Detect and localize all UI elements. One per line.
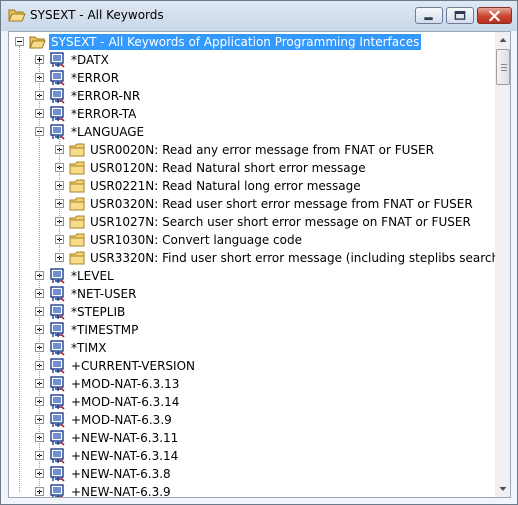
keyword-icon bbox=[50, 124, 65, 140]
keyword-icon bbox=[50, 268, 65, 284]
tree-view-pane: SYSEXT - All Keywords of Application Pro… bbox=[8, 31, 511, 498]
keyword-icon bbox=[50, 394, 65, 410]
keyword-icon bbox=[50, 304, 65, 320]
expand-toggle[interactable] bbox=[35, 55, 44, 64]
tree-node-label: *LEVEL bbox=[71, 269, 114, 283]
tree-node-module[interactable]: USR0320N: Read user short error message … bbox=[9, 195, 495, 213]
folder-icon bbox=[69, 143, 85, 157]
tree-node-label: SYSEXT - All Keywords of Application Pro… bbox=[49, 34, 422, 50]
folder-icon bbox=[69, 161, 85, 175]
keyword-icon bbox=[50, 448, 65, 464]
keyword-icon bbox=[50, 88, 65, 104]
close-button[interactable] bbox=[477, 7, 512, 24]
collapse-toggle[interactable] bbox=[15, 37, 24, 46]
folder-icon bbox=[69, 179, 85, 193]
scroll-down-arrow-icon[interactable] bbox=[495, 481, 511, 497]
tree-node-label: *TIMESTMP bbox=[71, 323, 139, 337]
tree-node-label: +MOD-NAT-6.3.13 bbox=[71, 377, 180, 391]
tree-node-keyword[interactable]: +NEW-NAT-6.3.14 bbox=[9, 447, 495, 465]
keyword-icon bbox=[50, 358, 65, 374]
tree-node-keyword[interactable]: *ERROR-TA bbox=[9, 105, 495, 123]
tree-node-label: USR1027N: Search user short error messag… bbox=[90, 215, 471, 229]
scroll-up-arrow-icon[interactable] bbox=[495, 32, 511, 48]
keyword-tree[interactable]: SYSEXT - All Keywords of Application Pro… bbox=[9, 32, 504, 498]
tree-node-keyword[interactable]: *TIMESTMP bbox=[9, 321, 495, 339]
folder-open-icon bbox=[29, 36, 46, 49]
folder-icon bbox=[69, 197, 85, 211]
tree-node-module[interactable]: USR1027N: Search user short error messag… bbox=[9, 213, 495, 231]
maximize-button[interactable] bbox=[446, 7, 474, 24]
tree-node-keyword[interactable]: *ERROR bbox=[9, 69, 495, 87]
sysext-window: SYSEXT - All Keywords SYSEXT - All Keywo… bbox=[0, 0, 518, 505]
tree-node-label: +NEW-NAT-6.3.11 bbox=[71, 431, 179, 445]
tree-node-label: +NEW-NAT-6.3.9 bbox=[71, 485, 171, 498]
keyword-icon bbox=[50, 106, 65, 122]
maximize-icon bbox=[454, 11, 466, 20]
folder-icon bbox=[69, 251, 85, 265]
tree-node-label: *NET-USER bbox=[71, 287, 137, 301]
tree-node-keyword[interactable]: *STEPLIB bbox=[9, 303, 495, 321]
tree-node-label: USR0020N: Read any error message from FN… bbox=[90, 143, 434, 157]
keyword-icon bbox=[50, 340, 65, 356]
tree-node-keyword[interactable]: +MOD-NAT-6.3.14 bbox=[9, 393, 495, 411]
tree-node-keyword[interactable]: *DATX bbox=[9, 51, 495, 69]
keyword-icon bbox=[50, 466, 65, 482]
minimize-button[interactable] bbox=[415, 7, 443, 24]
tree-node-keyword[interactable]: +MOD-NAT-6.3.9 bbox=[9, 411, 495, 429]
tree-node-label: *LANGUAGE bbox=[71, 125, 145, 139]
tree-node-label: +NEW-NAT-6.3.8 bbox=[71, 467, 171, 481]
keyword-icon bbox=[50, 484, 64, 497]
keyword-icon bbox=[50, 412, 65, 428]
tree-node-keyword[interactable]: *TIMX bbox=[9, 339, 495, 357]
folder-icon bbox=[69, 233, 85, 247]
keyword-icon bbox=[50, 322, 65, 338]
tree-node-root[interactable]: SYSEXT - All Keywords of Application Pro… bbox=[9, 33, 495, 51]
tree-node-keyword[interactable]: *ERROR-NR bbox=[9, 87, 495, 105]
tree-node-keyword[interactable]: *LEVEL bbox=[9, 267, 495, 285]
tree-node-keyword[interactable]: +MOD-NAT-6.3.13 bbox=[9, 375, 495, 393]
tree-node-keyword[interactable]: +NEW-NAT-6.3.9 bbox=[9, 483, 495, 498]
folder-open-icon bbox=[8, 9, 26, 22]
tree-node-module[interactable]: USR1030N: Convert language code bbox=[9, 231, 495, 249]
keyword-icon bbox=[50, 70, 65, 86]
tree-node-label: *TIMX bbox=[71, 341, 107, 355]
close-icon bbox=[489, 10, 500, 22]
tree-node-label: USR3320N: Find user short error message … bbox=[90, 251, 504, 265]
tree-node-label: +MOD-NAT-6.3.14 bbox=[71, 395, 180, 409]
keyword-icon bbox=[50, 430, 65, 446]
window-title: SYSEXT - All Keywords bbox=[30, 8, 164, 22]
tree-node-label: USR1030N: Convert language code bbox=[90, 233, 302, 247]
tree-node-label: *DATX bbox=[71, 53, 109, 67]
tree-node-keyword[interactable]: +NEW-NAT-6.3.11 bbox=[9, 429, 495, 447]
tree-node-label: USR0320N: Read user short error message … bbox=[90, 197, 473, 211]
tree-node-module[interactable]: USR0120N: Read Natural short error messa… bbox=[9, 159, 495, 177]
tree-node-module[interactable]: USR0221N: Read Natural long error messag… bbox=[9, 177, 495, 195]
tree-node-label: *STEPLIB bbox=[71, 305, 126, 319]
keyword-icon bbox=[50, 376, 65, 392]
tree-node-label: USR0120N: Read Natural short error messa… bbox=[90, 161, 366, 175]
tree-node-module[interactable]: USR3320N: Find user short error message … bbox=[9, 249, 504, 267]
tree-node-keyword[interactable]: +NEW-NAT-6.3.8 bbox=[9, 465, 495, 483]
tree-node-keyword[interactable]: *NET-USER bbox=[9, 285, 495, 303]
tree-node-label: *ERROR bbox=[71, 71, 120, 85]
keyword-icon bbox=[50, 52, 65, 68]
tree-node-label: +CURRENT-VERSION bbox=[71, 359, 196, 373]
title-bar[interactable]: SYSEXT - All Keywords bbox=[1, 1, 517, 31]
tree-node-keyword[interactable]: *LANGUAGE bbox=[9, 123, 495, 141]
vertical-scrollbar[interactable] bbox=[495, 32, 511, 497]
tree-node-label: *ERROR-TA bbox=[71, 107, 137, 121]
tree-node-keyword[interactable]: +CURRENT-VERSION bbox=[9, 357, 495, 375]
tree-node-label: +MOD-NAT-6.3.9 bbox=[71, 413, 172, 427]
folder-icon bbox=[69, 215, 85, 229]
scrollbar-thumb[interactable] bbox=[496, 49, 510, 85]
tree-node-label: *ERROR-NR bbox=[71, 89, 141, 103]
tree-node-module[interactable]: USR0020N: Read any error message from FN… bbox=[9, 141, 495, 159]
minimize-icon bbox=[424, 17, 433, 21]
tree-node-label: +NEW-NAT-6.3.14 bbox=[71, 449, 179, 463]
keyword-icon bbox=[50, 286, 65, 302]
tree-node-label: USR0221N: Read Natural long error messag… bbox=[90, 179, 361, 193]
